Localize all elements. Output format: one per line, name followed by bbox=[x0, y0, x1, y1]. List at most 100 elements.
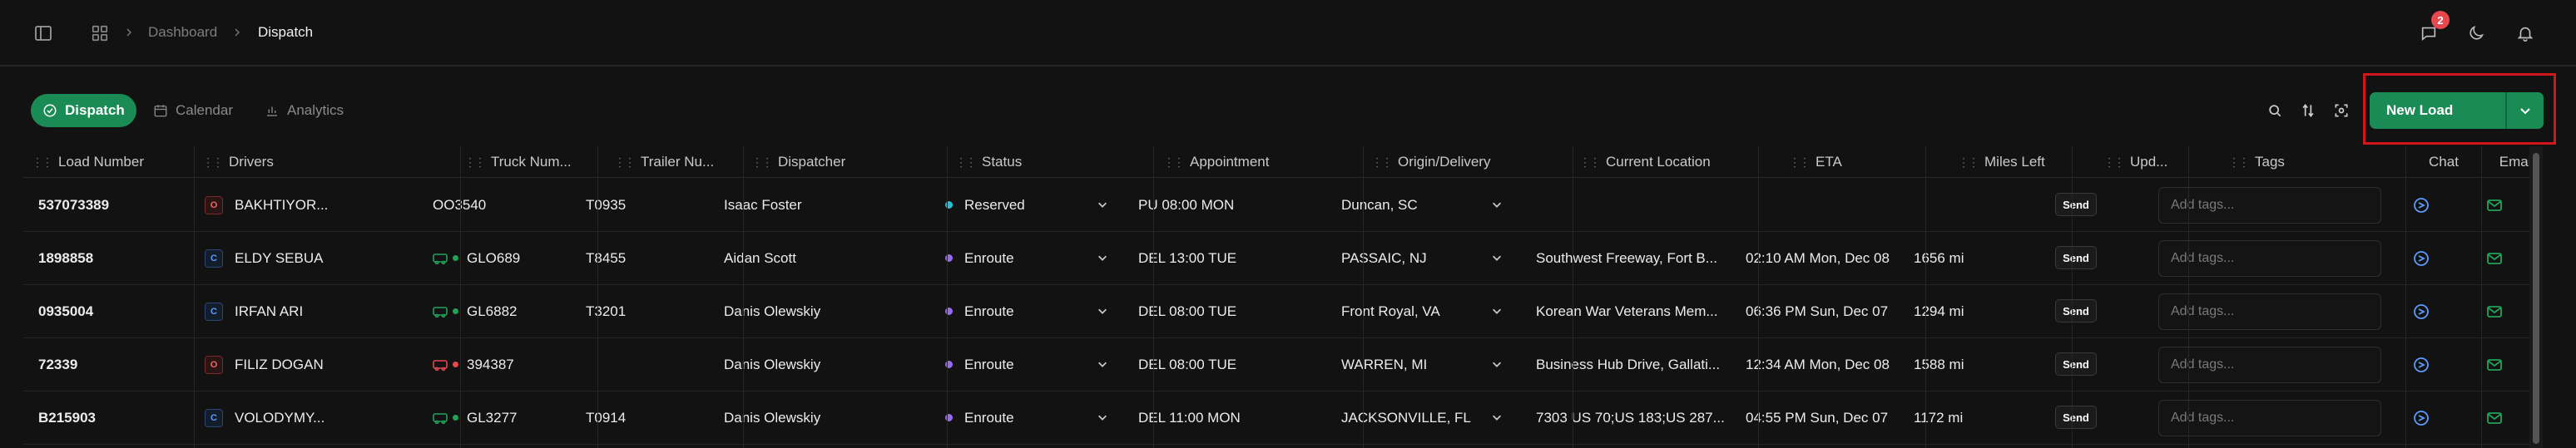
chevron-down-icon[interactable] bbox=[1097, 411, 1108, 427]
email-icon[interactable] bbox=[2486, 411, 2503, 430]
driver-cell[interactable]: O BAKHTIYOR... bbox=[205, 179, 446, 231]
table-row[interactable]: 72339 O FILIZ DOGAN 394387 Danis Olewskiy Enr… bbox=[23, 338, 2529, 391]
column-header[interactable]: ⋮⋮ Miles Left bbox=[1958, 146, 2103, 178]
origin-select[interactable]: Front Royal, VA bbox=[1341, 285, 1508, 337]
drag-handle-icon[interactable]: ⋮⋮ bbox=[1789, 155, 1811, 170]
search-icon[interactable] bbox=[2263, 99, 2286, 122]
drag-handle-icon[interactable]: ⋮⋮ bbox=[464, 155, 486, 170]
status-select[interactable]: Reserved bbox=[942, 179, 1138, 231]
drag-handle-icon[interactable]: ⋮⋮ bbox=[614, 155, 636, 170]
email-icon[interactable] bbox=[2486, 198, 2503, 217]
column-header[interactable]: ⋮⋮ Tags bbox=[2228, 146, 2411, 178]
column-header[interactable]: ⋮⋮ Origin/Delivery bbox=[1371, 146, 1579, 178]
send-update-button[interactable]: Send bbox=[2055, 406, 2097, 429]
send-update-button[interactable]: Send bbox=[2055, 193, 2097, 216]
new-load-dropdown-button[interactable] bbox=[2505, 92, 2544, 129]
column-header[interactable]: ⋮⋮ Current Location bbox=[1579, 146, 1787, 178]
tags-input[interactable]: Add tags... bbox=[2158, 293, 2381, 330]
column-header[interactable]: ⋮⋮ Upd... bbox=[2103, 146, 2224, 178]
chevron-down-icon[interactable] bbox=[1097, 252, 1108, 268]
column-header[interactable]: ⋮⋮ Appointment bbox=[1163, 146, 1371, 178]
tags-input[interactable]: Add tags... bbox=[2158, 347, 2381, 383]
column-header-label: Load Number bbox=[58, 154, 145, 170]
sidebar-toggle-icon[interactable] bbox=[32, 22, 55, 45]
table-row[interactable]: 537073389 O BAKHTIYOR... OO3540T0935 Isaac F… bbox=[23, 179, 2529, 232]
chevron-down-icon[interactable] bbox=[1097, 199, 1108, 214]
miles-left-text: 1294 mi bbox=[1914, 303, 1964, 319]
status-select[interactable]: Enroute bbox=[942, 338, 1138, 391]
status-select[interactable]: Enroute bbox=[942, 232, 1138, 284]
drag-handle-icon[interactable]: ⋮⋮ bbox=[32, 155, 53, 170]
tab-dispatch[interactable]: Dispatch bbox=[31, 94, 136, 127]
column-header[interactable]: ⋮⋮ ETA bbox=[1789, 146, 1955, 178]
origin-select[interactable]: PASSAIC, NJ bbox=[1341, 232, 1508, 284]
table-header: ⋮⋮ Load Number ⋮⋮ Drivers ⋮⋮ Truck Num... ⋮⋮ Tr… bbox=[23, 146, 2534, 178]
chevron-down-icon[interactable] bbox=[1491, 411, 1503, 427]
chat-send-icon[interactable] bbox=[2413, 357, 2430, 377]
driver-cell[interactable]: O FILIZ DOGAN bbox=[205, 338, 446, 391]
chevron-down-icon[interactable] bbox=[1491, 305, 1503, 321]
chat-send-icon[interactable] bbox=[2413, 410, 2430, 431]
drag-handle-icon[interactable]: ⋮⋮ bbox=[751, 155, 773, 170]
send-update-button[interactable]: Send bbox=[2055, 246, 2097, 269]
drag-handle-icon[interactable]: ⋮⋮ bbox=[1371, 155, 1393, 170]
driver-type-badge: C bbox=[205, 408, 223, 427]
drag-handle-icon[interactable]: ⋮⋮ bbox=[1163, 155, 1185, 170]
chat-send-icon[interactable] bbox=[2413, 197, 2430, 218]
email-icon[interactable] bbox=[2486, 251, 2503, 270]
load-number: 72339 bbox=[38, 338, 188, 391]
column-header[interactable]: ⋮⋮ Load Number bbox=[32, 146, 190, 178]
scan-icon[interactable] bbox=[2330, 99, 2353, 122]
column-header-label: Trailer Nu... bbox=[641, 154, 715, 170]
tags-input[interactable]: Add tags... bbox=[2158, 400, 2381, 436]
email-icon[interactable] bbox=[2486, 304, 2503, 323]
moon-icon[interactable] bbox=[2464, 21, 2489, 46]
send-update-button[interactable]: Send bbox=[2055, 352, 2097, 376]
origin-select[interactable]: JACKSONVILLE, FL bbox=[1341, 391, 1508, 444]
eta: 04:55 PM Sun, Dec 07 bbox=[1746, 391, 1909, 444]
table-row[interactable]: 0935004 C IRFAN ARI GL6882 T3201 Danis Olewsk… bbox=[23, 285, 2529, 338]
tab-calendar[interactable]: Calendar bbox=[153, 94, 233, 127]
trailer-number-text: T0935 bbox=[586, 196, 627, 213]
driver-cell[interactable]: C ELDY SEBUA bbox=[205, 232, 446, 284]
chevron-down-icon[interactable] bbox=[1491, 199, 1503, 214]
column-header[interactable]: ⋮⋮ Status bbox=[955, 146, 1159, 178]
column-header[interactable]: ⋮⋮ Trailer Nu... bbox=[614, 146, 764, 178]
status-select[interactable]: Enroute bbox=[942, 285, 1138, 337]
status-select[interactable]: Enroute bbox=[942, 391, 1138, 444]
driver-cell[interactable]: C VOLODYMY... bbox=[205, 391, 446, 444]
scrollbar-thumb[interactable] bbox=[2533, 153, 2539, 444]
tab-analytics[interactable]: Analytics bbox=[265, 94, 344, 127]
origin-select[interactable]: WARREN, MI bbox=[1341, 338, 1508, 391]
column-header[interactable]: ⋮⋮ Dispatcher bbox=[751, 146, 959, 178]
apps-grid-icon[interactable] bbox=[88, 22, 111, 45]
email-icon[interactable] bbox=[2486, 357, 2503, 377]
chevron-down-icon[interactable] bbox=[1097, 358, 1108, 374]
driver-cell[interactable]: C IRFAN ARI bbox=[205, 285, 446, 337]
column-divider bbox=[194, 146, 195, 448]
table-row[interactable]: 1898858 C ELDY SEBUA GLO689 T8455 Aidan Scott… bbox=[23, 232, 2529, 285]
drag-handle-icon[interactable]: ⋮⋮ bbox=[1958, 155, 1979, 170]
bell-icon[interactable] bbox=[2513, 21, 2538, 46]
column-header[interactable]: ⋮⋮ Truck Num... bbox=[464, 146, 614, 178]
drag-handle-icon[interactable]: ⋮⋮ bbox=[1579, 155, 1601, 170]
origin-select[interactable]: Duncan, SC bbox=[1341, 179, 1508, 231]
drag-handle-icon[interactable]: ⋮⋮ bbox=[2228, 155, 2250, 170]
drag-handle-icon[interactable]: ⋮⋮ bbox=[202, 155, 224, 170]
tags-input[interactable]: Add tags... bbox=[2158, 187, 2381, 224]
chat-send-icon[interactable] bbox=[2413, 250, 2430, 271]
column-header[interactable]: Chat bbox=[2406, 146, 2481, 178]
chevron-down-icon[interactable] bbox=[1491, 358, 1503, 374]
breadcrumb-dashboard[interactable]: Dashboard bbox=[148, 22, 217, 43]
tags-input[interactable]: Add tags... bbox=[2158, 240, 2381, 277]
table-row[interactable]: B215903 C VOLODYMY... GL3277 T0914 Danis Olew… bbox=[23, 391, 2529, 445]
sort-icon[interactable] bbox=[2296, 99, 2320, 122]
drag-handle-icon[interactable]: ⋮⋮ bbox=[955, 155, 977, 170]
chevron-down-icon[interactable] bbox=[1491, 252, 1503, 268]
drag-handle-icon[interactable]: ⋮⋮ bbox=[2103, 155, 2125, 170]
column-header[interactable]: ⋮⋮ Drivers bbox=[202, 146, 460, 178]
truck-link-icon bbox=[433, 253, 448, 264]
chat-send-icon[interactable] bbox=[2413, 303, 2430, 324]
send-update-button[interactable]: Send bbox=[2055, 299, 2097, 322]
chevron-down-icon[interactable] bbox=[1097, 305, 1108, 321]
